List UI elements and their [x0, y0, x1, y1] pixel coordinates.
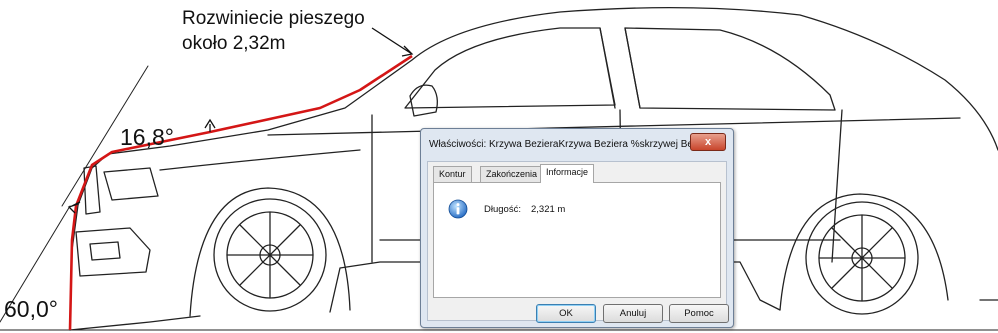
tab-zakonczenia[interactable]: Zakończenia [480, 166, 544, 182]
angle-label-lower: 60,0° [4, 296, 58, 322]
properties-dialog: Właściwości: Krzywa BezieraKrzywa Bezier… [420, 128, 734, 328]
tab-informacje[interactable]: Informacje [540, 164, 595, 183]
hood-line [159, 149, 361, 171]
b-pillar [599, 27, 641, 109]
close-button[interactable]: x [690, 133, 726, 151]
tab-kontur[interactable]: Kontur [433, 166, 472, 182]
dialog-body: Kontur Zakończenia Informacje Długość: 2… [427, 161, 729, 323]
ok-button[interactable]: OK [536, 304, 596, 323]
mirror [409, 84, 438, 117]
info-icon [448, 199, 468, 219]
arrow-to-path-top [371, 27, 414, 57]
fog-light [89, 241, 121, 261]
annotation-line-2: około 2,32m [182, 33, 286, 54]
headlight [103, 167, 159, 201]
rear-arch [779, 193, 949, 311]
grille [83, 165, 101, 215]
cancel-button[interactable]: Anuluj [603, 304, 663, 323]
annotation-line-1: Rozwiniecie pieszego [182, 8, 365, 29]
dialog-title: Właściwości: Krzywa BezieraKrzywa Bezier… [429, 139, 691, 150]
info-panel: Długość: 2,321 m [433, 182, 721, 298]
length-label: Długość: [484, 204, 521, 215]
window-rear [624, 27, 836, 111]
bumper [75, 227, 151, 277]
length-value: 2,321 m [531, 204, 566, 215]
angle-label-upper: 16,8° [120, 124, 174, 150]
help-button[interactable]: Pomoc [669, 304, 729, 323]
